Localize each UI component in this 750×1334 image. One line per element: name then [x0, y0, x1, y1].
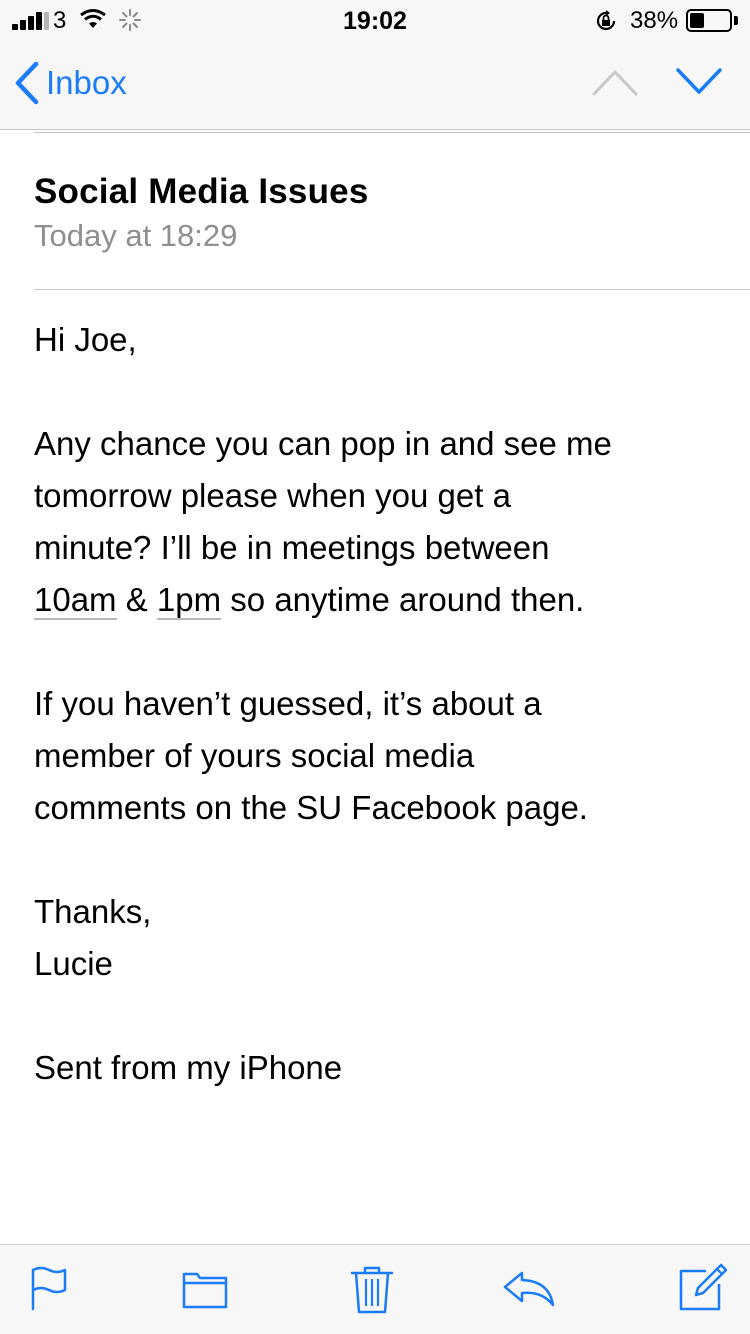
battery-tip [734, 16, 738, 25]
signature: Sent from my iPhone [34, 1049, 343, 1086]
battery-level [690, 13, 704, 28]
email-subject: Social Media Issues [34, 172, 369, 211]
move-to-folder-button[interactable] [182, 1265, 228, 1316]
trash-icon [350, 1266, 394, 1314]
flag-icon [31, 1266, 67, 1311]
sign-off: Thanks, Lucie [34, 886, 724, 990]
delete-button[interactable] [350, 1265, 394, 1320]
back-to-inbox-button[interactable]: Inbox [14, 60, 127, 106]
battery-icon [686, 9, 732, 32]
rotation-lock-icon [593, 8, 619, 41]
email-date: Today at 18:29 [34, 218, 238, 253]
bottom-toolbar [0, 1244, 750, 1334]
body-paragraph-2: If you haven’t guessed, it’s about a mem… [34, 678, 724, 834]
body-line: Any chance you can pop in and see me [34, 425, 612, 462]
back-label: Inbox [46, 64, 127, 101]
battery-percent: 38% [630, 7, 679, 34]
time-link-1pm[interactable]: 1pm [156, 581, 222, 620]
reply-icon [503, 1271, 555, 1307]
body-line: minute? I’ll be in meetings between [34, 529, 550, 566]
time-link-10am[interactable]: 10am [34, 581, 117, 620]
compose-icon [679, 1263, 728, 1311]
flag-button[interactable] [28, 1265, 72, 1316]
chevron-left-icon [15, 61, 39, 105]
status-bar: 3 19:02 38% [0, 0, 750, 42]
greeting: Hi Joe, [34, 321, 137, 358]
body-line: 10am & 1pm so anytime around then. [34, 574, 724, 626]
top-chrome: 3 19:02 38% Inbox [0, 0, 750, 130]
divider [34, 289, 750, 290]
mail-screen: 3 19:02 38% Inbox Social Media Issues To… [0, 0, 750, 1334]
sender-name: Lucie [34, 945, 113, 982]
divider [34, 132, 750, 133]
nav-bar: Inbox [0, 48, 750, 122]
body-paragraph-1: Any chance you can pop in and see me tom… [34, 418, 724, 626]
body-text: & [116, 581, 157, 618]
email-body: Hi Joe, Any chance you can pop in and se… [34, 314, 724, 1094]
body-line: If you haven’t guessed, it’s about a [34, 685, 542, 722]
body-line: tomorrow please when you get a [34, 477, 511, 514]
reply-button[interactable] [502, 1265, 556, 1316]
chevron-down-icon [676, 68, 722, 94]
folder-icon [182, 1272, 228, 1309]
chevron-up-icon [592, 70, 638, 96]
body-line: comments on the SU Facebook page. [34, 789, 588, 826]
body-text: so anytime around then. [221, 581, 585, 618]
sign-off-text: Thanks, [34, 893, 152, 930]
next-message-button[interactable] [674, 62, 724, 107]
body-line: member of yours social media [34, 737, 475, 774]
compose-button[interactable] [678, 1261, 728, 1318]
previous-message-button[interactable] [590, 62, 640, 107]
